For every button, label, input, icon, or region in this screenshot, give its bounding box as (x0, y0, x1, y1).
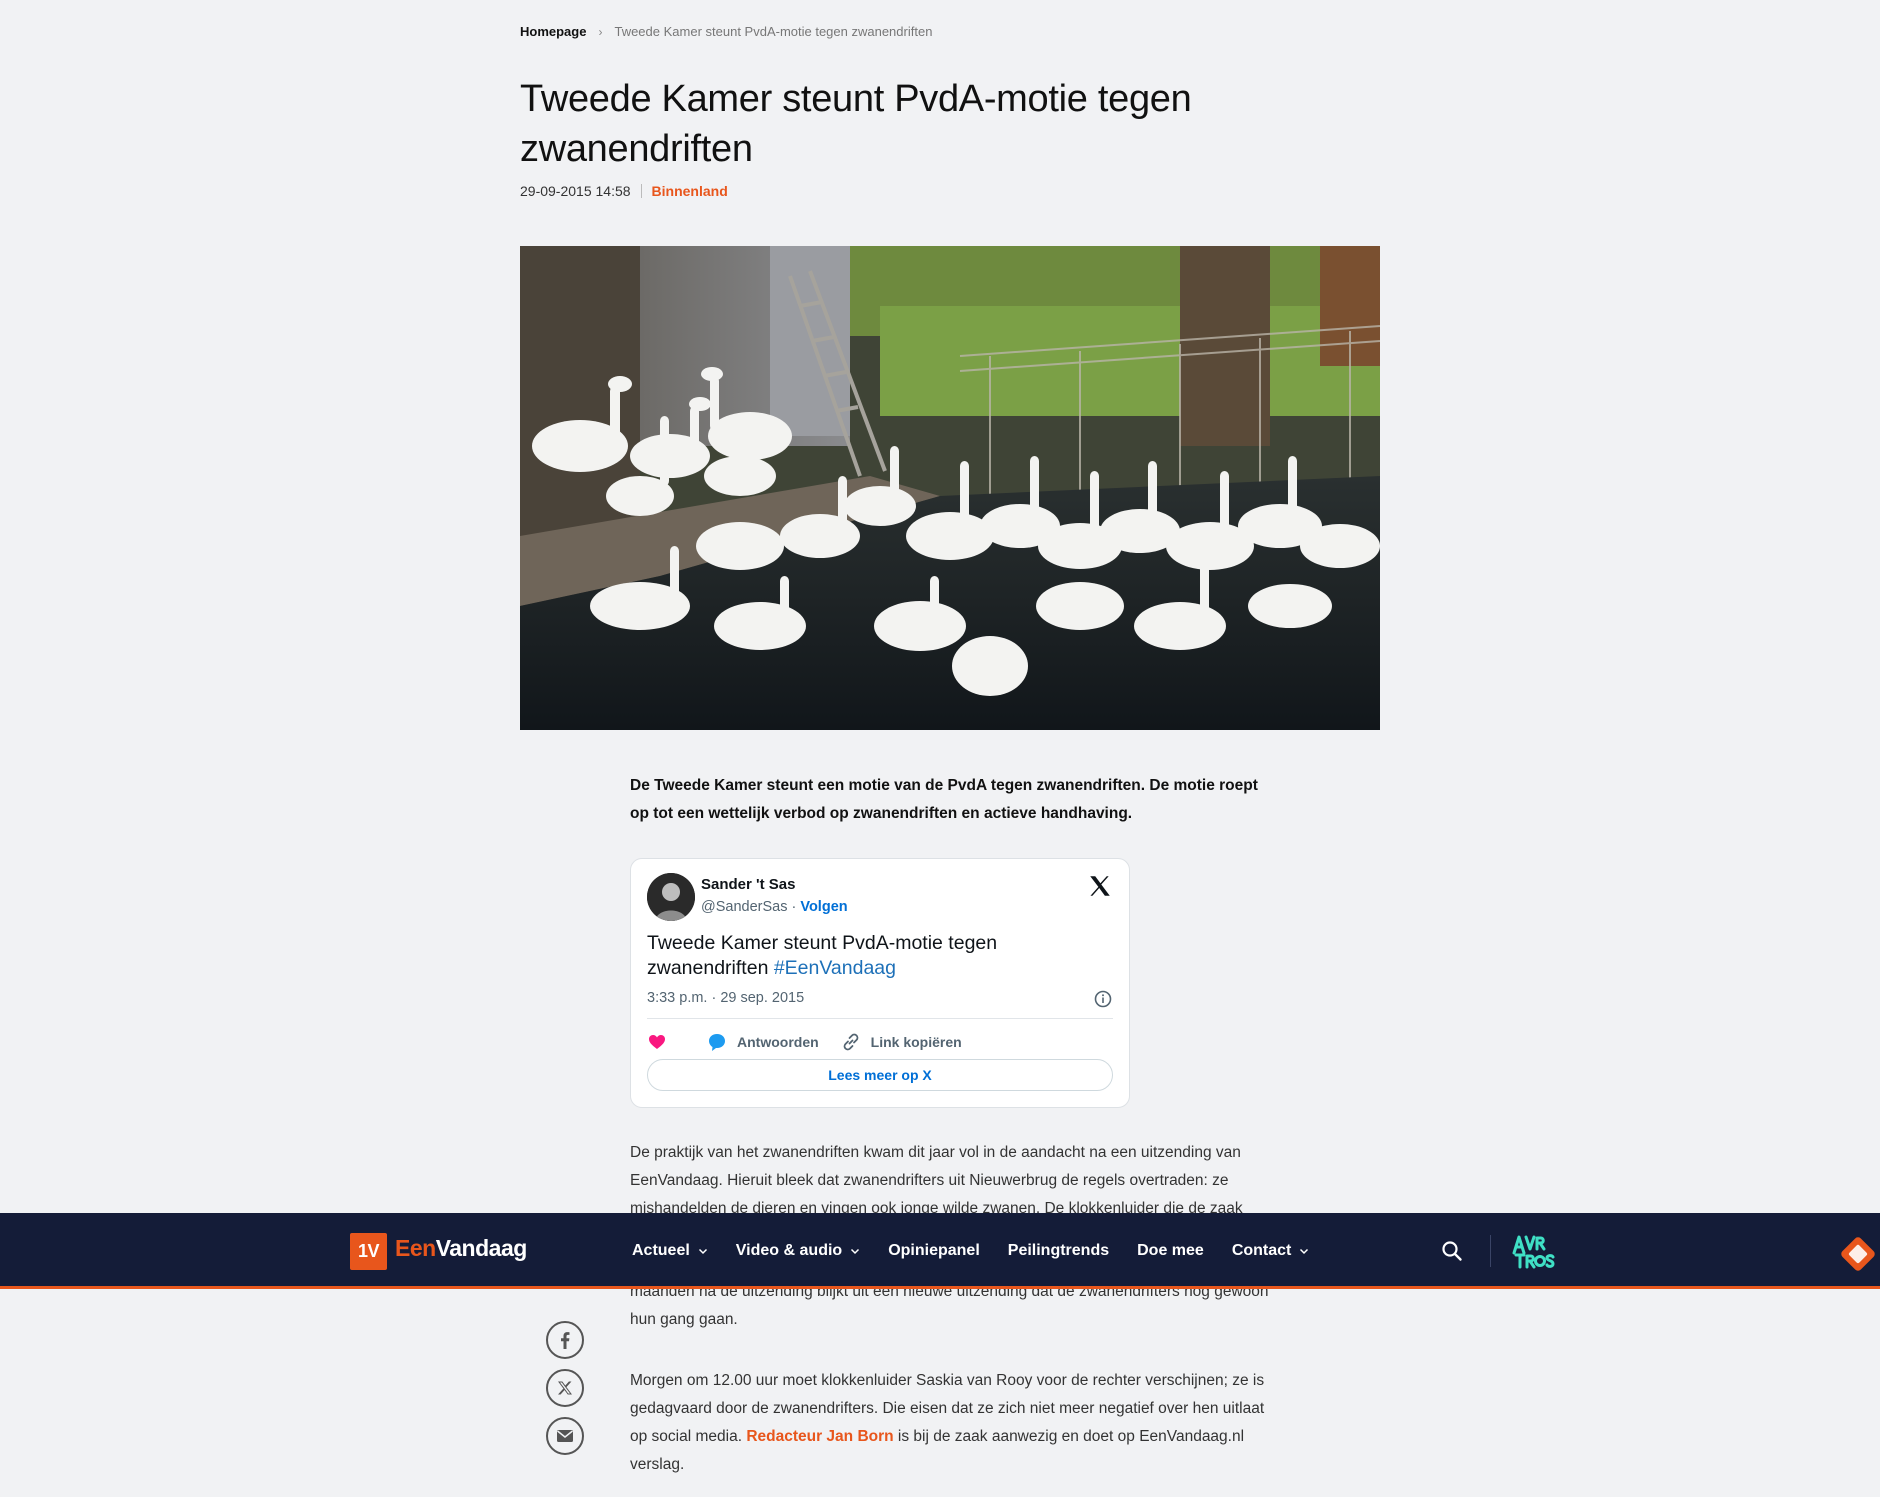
nav-item-label: Peilingtrends (1007, 1242, 1110, 1259)
page-title: Tweede Kamer steunt PvdA-motie tegen zwa… (520, 78, 1192, 170)
info-icon[interactable] (1093, 989, 1113, 1009)
tweet-hashtag[interactable]: #EenVandaag (774, 957, 896, 979)
share-facebook-button[interactable] (546, 1321, 584, 1359)
breadcrumb-separator: › (598, 24, 603, 39)
swans-photo (520, 246, 1380, 730)
article-paragraph-1: De praktijk van het zwanendriften kwam d… (630, 1144, 1243, 1213)
nav-item-label: Opiniepanel (888, 1242, 980, 1259)
nav-item-video-audio[interactable]: Video & audio (736, 1242, 860, 1260)
npo-start-icon[interactable] (1835, 1235, 1880, 1271)
tweet-author[interactable]: Sander 't Sas (701, 876, 795, 893)
nav-item-label: Contact (1231, 1242, 1292, 1259)
avrotros-logo-icon[interactable] (1512, 1233, 1556, 1269)
nav-item-label: Actueel (632, 1242, 690, 1259)
facebook-icon (561, 1332, 570, 1349)
tweet-actions: Antwoorden Link kopiëren (647, 1029, 984, 1055)
reply-icon (709, 1034, 725, 1051)
nav-divider (1490, 1235, 1491, 1267)
meta-divider (640, 184, 642, 198)
follow-button[interactable]: Volgen (800, 899, 847, 915)
link-icon (843, 1033, 859, 1051)
main-navbar: 1V EenVandaag Actueel Video & audio Opin… (0, 1213, 1880, 1289)
copy-link-action[interactable]: Link kopiëren (841, 1032, 962, 1052)
share-email-button[interactable] (546, 1417, 584, 1455)
breadcrumb-current: Tweede Kamer steunt PvdA-motie tegen zwa… (614, 24, 933, 39)
tweet-handle[interactable]: @SanderSas (701, 899, 787, 915)
nav-item-doe-mee[interactable]: Doe mee (1137, 1242, 1204, 1260)
tweet-handle-row: @SanderSas · Volgen (701, 899, 848, 915)
nav-item-label: Doe mee (1137, 1242, 1204, 1259)
article-meta: 29-09-2015 14:58 Binnenland (520, 183, 728, 199)
read-more-button[interactable]: Lees meer op X (647, 1059, 1113, 1091)
embedded-tweet: Sander 't Sas @SanderSas · Volgen Tweede… (630, 858, 1130, 1108)
copy-link-label: Link kopiëren (870, 1034, 962, 1050)
eenvandaag-logo[interactable]: EenVandaag (395, 1235, 527, 1262)
tweet-handle-dot: · (787, 899, 801, 915)
reply-action[interactable]: Antwoorden (707, 1032, 819, 1052)
like-action[interactable] (647, 1032, 667, 1052)
category-link[interactable]: Binnenland (652, 183, 728, 199)
email-icon (557, 1430, 573, 1442)
tweet-text: Tweede Kamer steunt PvdA-motie tegen zwa… (647, 931, 1087, 981)
eenvandaag-logo-mark[interactable]: 1V (350, 1233, 387, 1270)
tweet-time[interactable]: 3:33 p.m. · 29 sep. 2015 (647, 990, 804, 1006)
x-logo-icon[interactable] (1087, 873, 1113, 899)
nav-menu: Actueel Video & audio Opiniepanel Peilin… (632, 1213, 1337, 1289)
reporter-link[interactable]: Redacteur Jan Born (746, 1428, 893, 1445)
nav-item-peilingtrends[interactable]: Peilingtrends (1008, 1242, 1109, 1260)
article-lead: De Tweede Kamer steunt een motie van de … (630, 777, 1258, 822)
search-icon[interactable] (1440, 1239, 1464, 1263)
tweet-divider (647, 1018, 1113, 1019)
chevron-down-icon (1300, 1248, 1309, 1255)
nav-item-opiniepanel[interactable]: Opiniepanel (888, 1242, 980, 1260)
heart-icon (649, 1035, 665, 1049)
chevron-down-icon (851, 1248, 860, 1255)
publish-date: 29-09-2015 14:58 (520, 183, 631, 199)
logo-een: Een (395, 1235, 436, 1261)
reply-label: Antwoorden (737, 1034, 819, 1050)
article-paragraph-2: Morgen om 12.00 uur moet klokkenluider S… (630, 1367, 1270, 1479)
hero-image (520, 246, 1380, 730)
breadcrumb-home-link[interactable]: Homepage (520, 24, 586, 39)
share-x-button[interactable] (546, 1369, 584, 1407)
nav-item-actueel[interactable]: Actueel (632, 1242, 708, 1260)
nav-item-contact[interactable]: Contact (1232, 1242, 1310, 1260)
avatar[interactable] (647, 873, 695, 921)
chevron-down-icon (698, 1248, 707, 1255)
x-icon (557, 1381, 572, 1395)
breadcrumb: Homepage › Tweede Kamer steunt PvdA-moti… (520, 24, 932, 39)
nav-item-label: Video & audio (735, 1242, 843, 1259)
logo-vandaag: Vandaag (435, 1235, 528, 1261)
